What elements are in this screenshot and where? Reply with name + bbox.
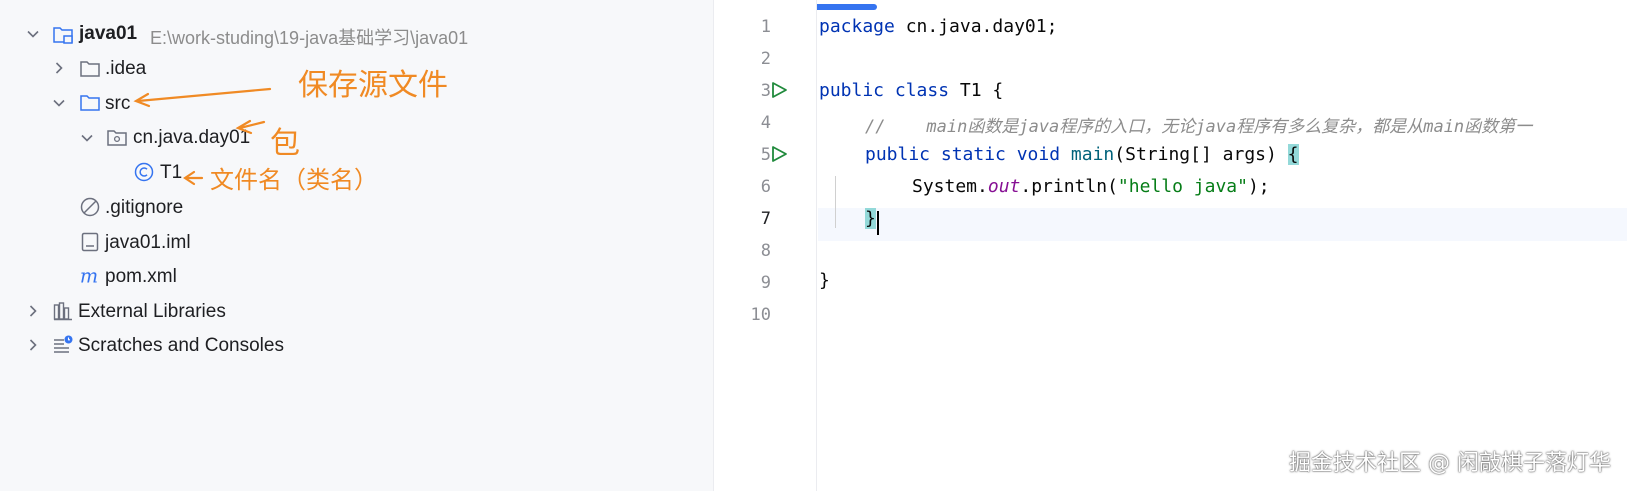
line-number: 4	[760, 113, 771, 133]
project-tool-window: java01 E:\work-studing\19-java基础学习\java0…	[0, 0, 714, 491]
code-line-9[interactable]: }	[819, 270, 830, 291]
run-class-icon[interactable]	[770, 81, 788, 99]
tree-item-idea[interactable]: .idea	[105, 58, 146, 80]
code-line-3[interactable]: public class T1 {	[819, 80, 1003, 101]
chevron-right-icon[interactable]	[26, 304, 40, 318]
line-number: 2	[760, 49, 771, 69]
code-line-6[interactable]: System.out.println("hello java");	[912, 176, 1270, 197]
annotation-src: 保存源文件	[298, 68, 448, 103]
run-main-icon[interactable]	[770, 145, 788, 163]
annotation-file: 文件名（类名）	[210, 166, 378, 194]
line-number: 1	[760, 17, 771, 37]
indent-guide	[835, 176, 836, 228]
annotation-package: 包	[270, 126, 300, 161]
tree-item-pom[interactable]: pom.xml	[105, 266, 177, 288]
line-number: 3	[760, 81, 771, 101]
tree-root-label[interactable]: java01	[79, 23, 137, 45]
ignore-file-icon	[79, 196, 101, 218]
package-icon	[106, 127, 128, 149]
line-number: 10	[750, 305, 771, 325]
code-line-5[interactable]: public static void main(String[] args) {	[865, 144, 1299, 165]
chevron-down-icon[interactable]	[80, 131, 94, 145]
line-number: 5	[760, 145, 771, 165]
maven-icon: m	[79, 265, 101, 287]
libraries-icon	[52, 300, 74, 322]
chevron-right-icon[interactable]	[26, 338, 40, 352]
chevron-down-icon[interactable]	[52, 96, 66, 110]
chevron-right-icon[interactable]	[52, 61, 66, 75]
watermark: 掘金技术社区 @ 闲敲棋子落灯华	[1289, 451, 1611, 476]
tree-root-path: E:\work-studing\19-java基础学习\java01	[150, 28, 469, 48]
editor-gutter: 1 2 3 4 5 6 7 8 9 10	[715, 0, 817, 491]
code-line-1[interactable]: package cn.java.day01;	[819, 16, 1057, 37]
scratches-icon	[52, 334, 74, 356]
text-caret	[877, 211, 879, 235]
code-line-7[interactable]: }	[865, 208, 876, 229]
tree-item-scratches[interactable]: Scratches and Consoles	[78, 335, 284, 357]
tree-item-package[interactable]: cn.java.day01	[133, 127, 250, 149]
folder-icon	[79, 58, 101, 80]
line-number: 6	[760, 177, 771, 197]
code-editor[interactable]: 1 2 3 4 5 6 7 8 9 10 package cn.java.day…	[715, 0, 1627, 491]
line-number: 9	[760, 273, 771, 293]
java-class-icon	[133, 161, 155, 183]
tree-item-gitignore[interactable]: .gitignore	[105, 197, 183, 219]
iml-file-icon	[79, 231, 101, 253]
caret-row-highlight	[818, 208, 1627, 241]
source-folder-icon	[79, 92, 101, 114]
module-folder-icon	[52, 24, 74, 46]
chevron-down-icon[interactable]	[26, 27, 40, 41]
tree-item-external-libraries[interactable]: External Libraries	[78, 301, 226, 323]
tree-item-class[interactable]: T1	[160, 162, 182, 184]
line-number: 7	[760, 209, 771, 229]
tree-item-src[interactable]: src	[105, 93, 130, 115]
tree-item-iml[interactable]: java01.iml	[105, 232, 191, 254]
svg-text:m: m	[80, 265, 98, 287]
code-line-4[interactable]: // main函数是java程序的入口，无论java程序有多么复杂，都是从mai…	[865, 112, 1532, 137]
line-number: 8	[760, 241, 771, 261]
